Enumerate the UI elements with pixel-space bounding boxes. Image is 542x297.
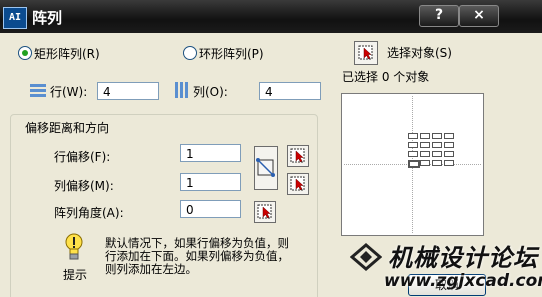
lightbulb-icon <box>65 233 83 260</box>
title-bar[interactable]: AI 阵列 ? × <box>0 0 542 33</box>
columns-icon <box>175 82 188 98</box>
preview-cell <box>408 133 418 139</box>
polar-array-radio[interactable] <box>183 46 197 60</box>
app-icon: AI <box>3 7 27 29</box>
pick-cursor-icon <box>358 45 373 60</box>
preview-cell <box>444 160 454 166</box>
select-objects-label: 选择对象(S) <box>387 46 452 60</box>
row-offset-input[interactable]: 1 <box>180 144 241 162</box>
preview-cell <box>444 151 454 157</box>
columns-input[interactable]: 4 <box>259 82 321 100</box>
preview-cell <box>408 151 418 157</box>
select-objects-button[interactable] <box>354 41 378 65</box>
selection-status: 已选择 0 个对象 <box>342 70 430 84</box>
array-dialog: AI 阵列 ? × 矩形阵列(R) 环形阵列(P) 选择对象(S) 已选择 0 … <box>0 0 542 297</box>
offset-group-title: 偏移距离和方向 <box>22 119 113 136</box>
pick-angle-button[interactable] <box>254 201 276 223</box>
preview-cell <box>420 151 430 157</box>
preview-cell <box>444 133 454 139</box>
col-offset-input[interactable]: 1 <box>180 173 241 191</box>
preview-cell <box>408 160 420 168</box>
pick-col-offset-button[interactable] <box>287 173 309 195</box>
preview-cell <box>432 133 442 139</box>
pick-both-offsets-icon <box>256 158 275 177</box>
row-offset-label: 行偏移(F): <box>54 150 111 164</box>
preview-cell <box>444 142 454 148</box>
pick-row-offset-button[interactable] <box>287 145 309 167</box>
site-watermark: 机械设计论坛 www.zgjxcad.com <box>342 238 542 297</box>
preview-cell <box>432 142 442 148</box>
window-title: 阵列 <box>32 9 63 27</box>
tip-text-3: 则列添加在左边。 <box>105 262 197 276</box>
polar-array-label: 环形阵列(P) <box>199 47 264 61</box>
rect-array-label: 矩形阵列(R) <box>34 47 100 61</box>
rows-input[interactable]: 4 <box>97 82 159 100</box>
watermark-title: 机械设计论坛 <box>388 244 538 272</box>
watermark-logo-icon <box>350 243 382 271</box>
pick-cursor-icon <box>290 148 305 163</box>
pick-both-offsets-button[interactable] <box>254 146 278 190</box>
preview-cell <box>432 160 442 166</box>
pick-cursor-icon <box>257 204 272 219</box>
array-preview <box>341 93 484 236</box>
rows-icon <box>30 84 46 97</box>
angle-label: 阵列角度(A): <box>54 206 124 220</box>
rows-label: 行(W): <box>50 85 88 99</box>
tip-label: 提示 <box>63 268 88 282</box>
close-button[interactable]: × <box>459 5 499 27</box>
preview-cell <box>420 160 430 166</box>
help-button[interactable]: ? <box>419 5 459 27</box>
preview-cell <box>420 133 430 139</box>
watermark-url: www.zgjxcad.com <box>384 271 542 291</box>
pick-cursor-icon <box>290 176 305 191</box>
preview-cell <box>408 142 418 148</box>
preview-cell <box>420 142 430 148</box>
rect-array-radio[interactable] <box>18 46 32 60</box>
col-offset-label: 列偏移(M): <box>54 179 114 193</box>
preview-cell <box>432 151 442 157</box>
angle-input[interactable]: 0 <box>180 200 241 218</box>
columns-label: 列(O): <box>193 85 228 99</box>
